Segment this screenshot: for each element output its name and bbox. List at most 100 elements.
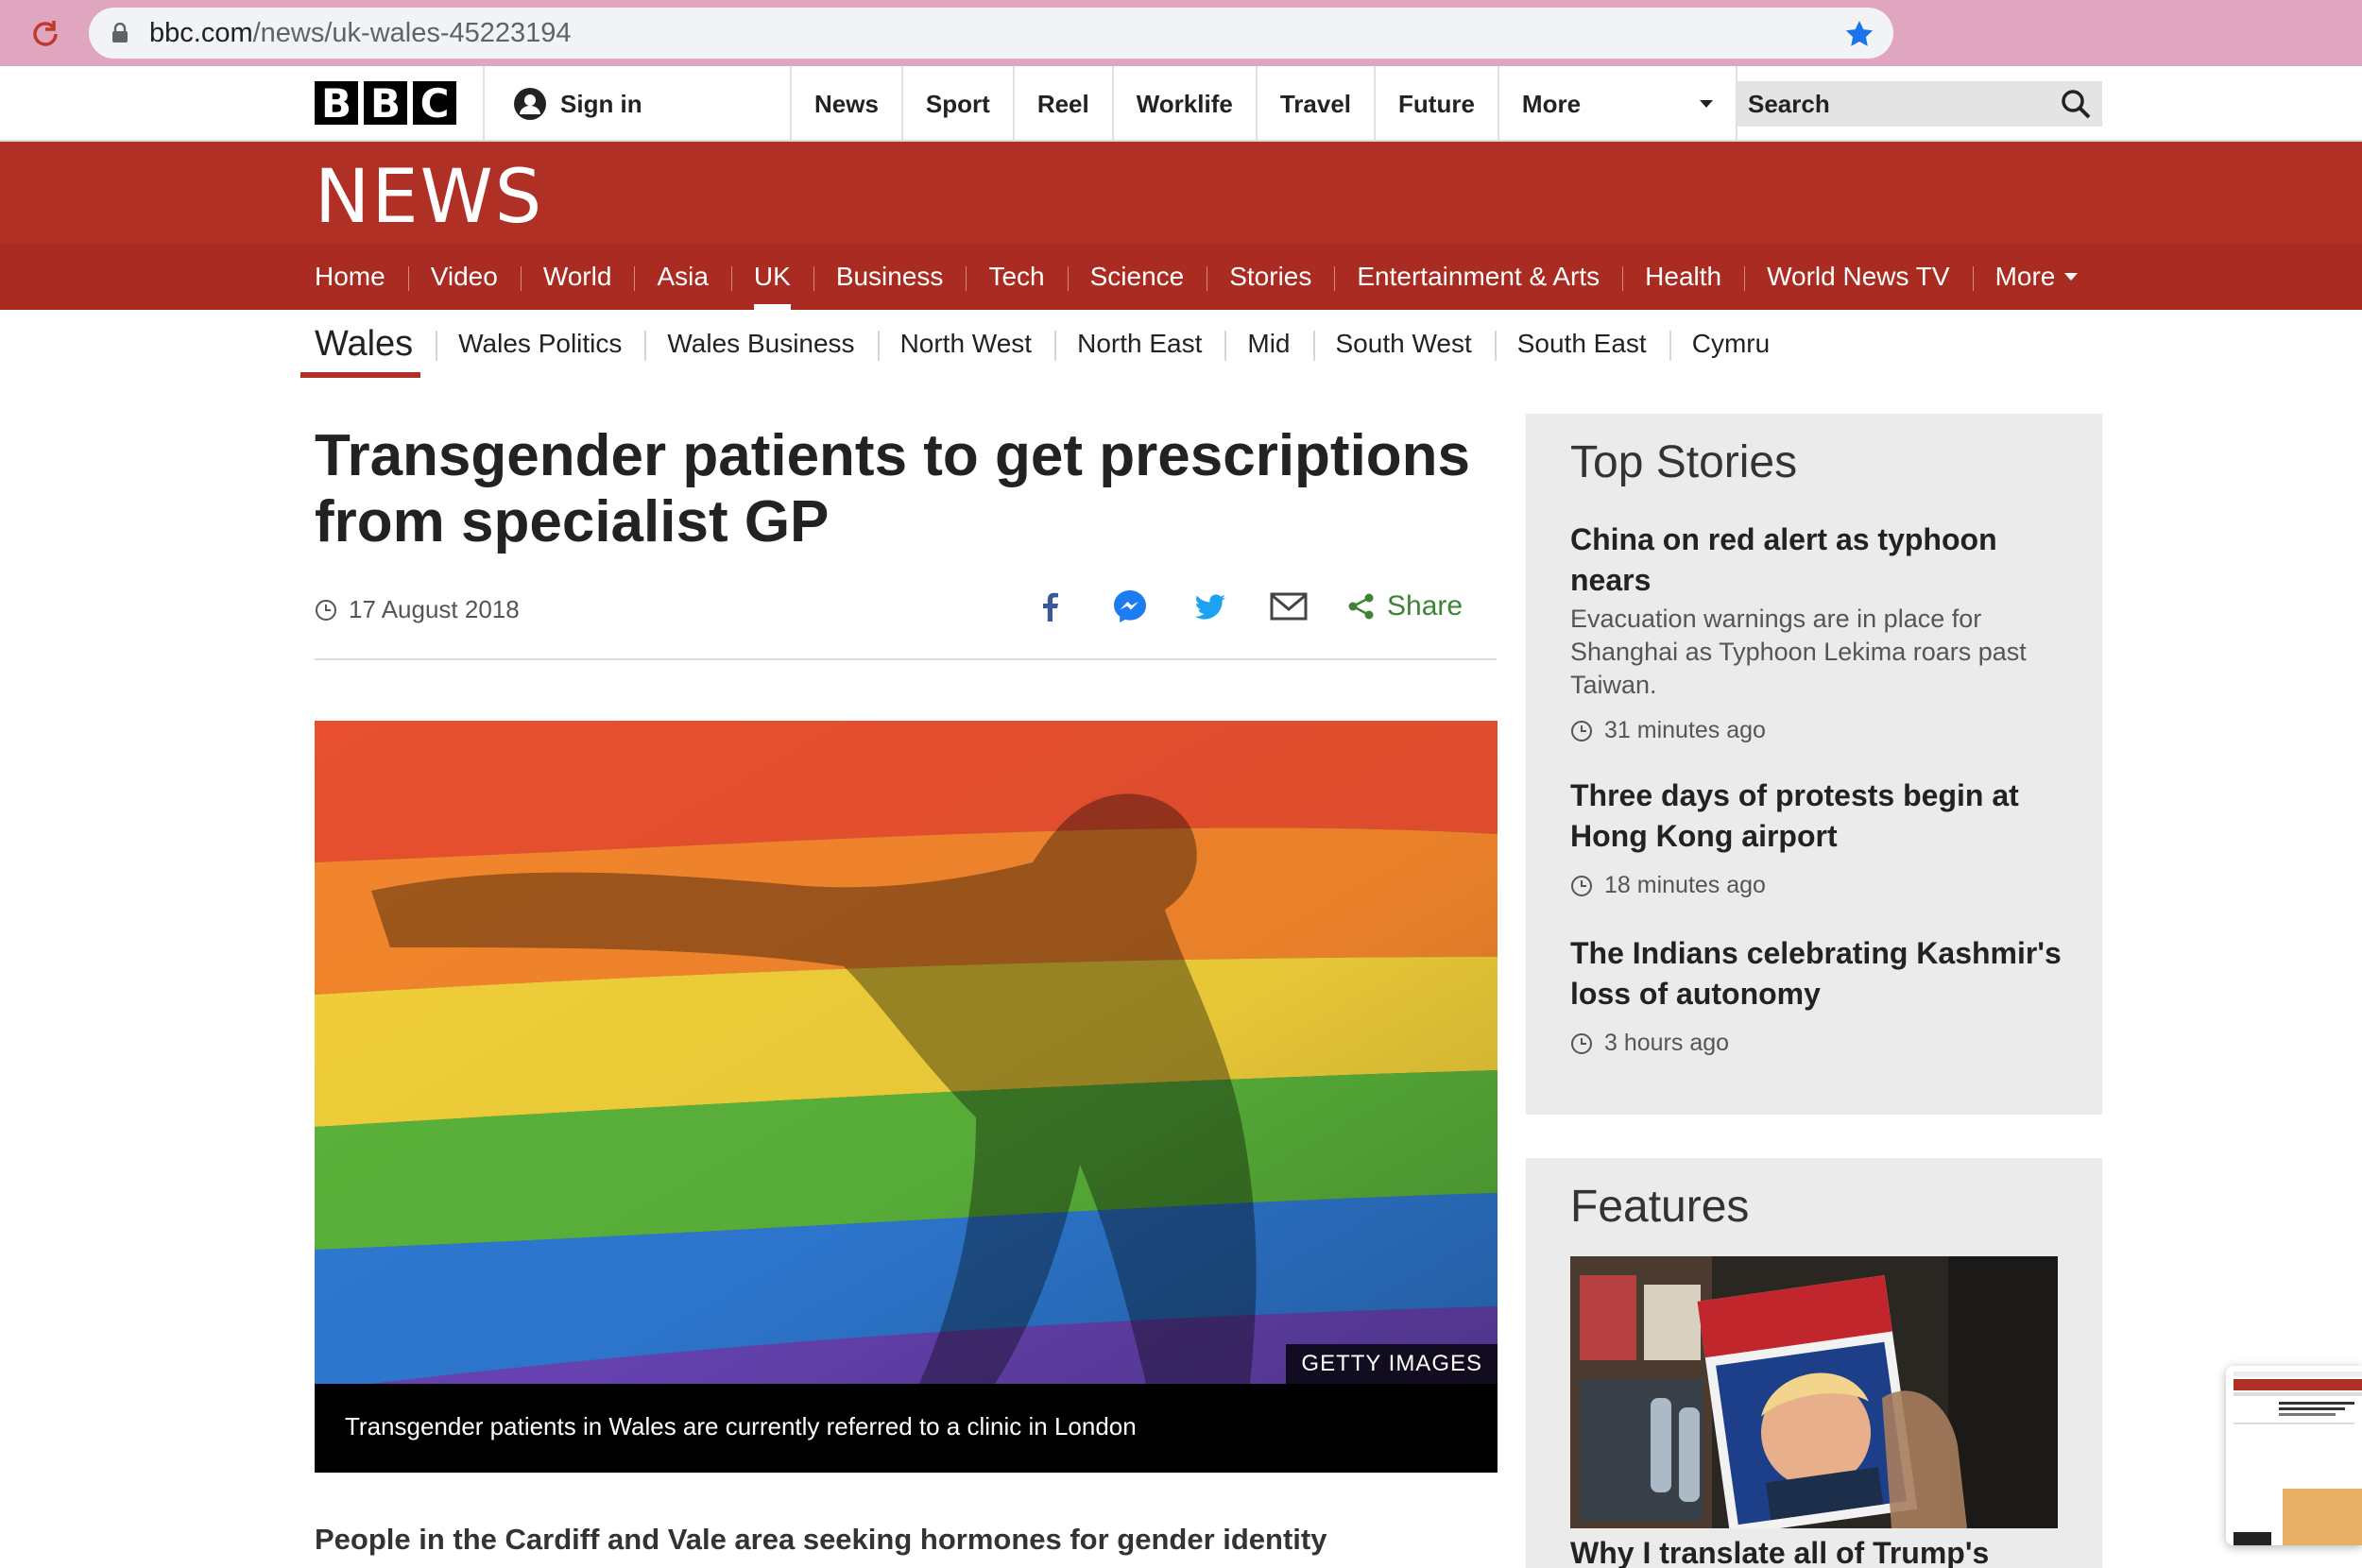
twitter-icon[interactable]	[1189, 586, 1230, 627]
browser-toolbar: bbc.com/news/uk-wales-45223194	[0, 0, 2362, 66]
global-nav-links: News Sport Reel Worklife Travel Future M…	[790, 66, 1737, 142]
clock-icon	[1571, 720, 1592, 741]
article-date: 17 August 2018	[315, 595, 520, 624]
user-icon	[514, 88, 546, 120]
section-nav-home[interactable]: Home	[315, 244, 408, 310]
url-host: bbc.com	[149, 18, 253, 48]
global-nav-travel[interactable]: Travel	[1255, 66, 1374, 142]
top-story-summary: Evacuation warnings are in place for Sha…	[1570, 605, 2027, 699]
global-nav-sport[interactable]: Sport	[900, 66, 1013, 142]
news-banner: NEWS	[0, 142, 2362, 244]
sign-in-label: Sign in	[560, 89, 642, 118]
facebook-icon[interactable]	[1030, 586, 1071, 627]
global-nav-future[interactable]: Future	[1374, 66, 1498, 142]
section-navigation: Home Video World Asia UK Business Tech S…	[0, 244, 2362, 310]
features-title: Features	[1570, 1182, 1750, 1232]
url-text[interactable]: bbc.com/news/uk-wales-45223194	[149, 18, 572, 49]
clock-icon	[316, 599, 336, 621]
bookmark-star-icon[interactable]	[1844, 19, 1874, 49]
section-nav-more-label: More	[1994, 262, 2056, 291]
section-nav-more[interactable]: More	[1972, 244, 2101, 310]
email-icon[interactable]	[1268, 586, 1309, 627]
top-story-item[interactable]: China on red alert as typhoon nears Evac…	[1570, 520, 2062, 744]
sub-nav-mid[interactable]: Mid	[1224, 310, 1312, 378]
global-nav-reel[interactable]: Reel	[1012, 66, 1112, 142]
clock-icon	[1571, 1032, 1592, 1054]
top-story-time: 18 minutes ago	[1570, 872, 2062, 899]
section-nav-entertainment-arts[interactable]: Entertainment & Arts	[1334, 244, 1622, 310]
top-stories-title: Top Stories	[1570, 437, 1798, 487]
news-logo[interactable]: NEWS	[315, 155, 543, 240]
share-icon	[1348, 593, 1374, 620]
global-nav-news[interactable]: News	[790, 66, 901, 142]
image-credit: GETTY IMAGES	[1286, 1344, 1498, 1384]
search-icon[interactable]	[2061, 89, 2091, 119]
rainbow-flag-illustration	[315, 721, 1498, 1384]
image-caption: Transgender patients in Wales are curren…	[345, 1412, 1137, 1440]
bbc-logo[interactable]: B B C	[315, 81, 456, 127]
top-story-time: 3 hours ago	[1570, 1030, 2062, 1057]
top-story-item[interactable]: The Indians celebrating Kashmir's loss o…	[1570, 933, 2062, 1057]
section-nav-list: Home Video World Asia UK Business Tech S…	[315, 244, 2100, 310]
divider	[315, 658, 1497, 660]
bbc-logo-letter: B	[364, 81, 407, 127]
section-nav-science[interactable]: Science	[1067, 244, 1207, 310]
top-story-time: 31 minutes ago	[1570, 717, 2062, 744]
section-nav-video[interactable]: Video	[407, 244, 521, 310]
section-nav-health[interactable]: Health	[1622, 244, 1744, 310]
share-button[interactable]: Share	[1347, 590, 1463, 622]
messenger-icon[interactable]	[1109, 586, 1151, 627]
lock-icon	[112, 23, 128, 43]
top-story-time-text: 18 minutes ago	[1604, 872, 1766, 898]
section-nav-world[interactable]: World	[520, 244, 635, 310]
sub-navigation: Wales Wales Politics Wales Business Nort…	[300, 310, 1792, 378]
global-nav-worklife[interactable]: Worklife	[1111, 66, 1256, 142]
top-story-title[interactable]: Three days of protests begin at Hong Kon…	[1570, 775, 2062, 857]
chevron-down-icon	[2064, 273, 2079, 281]
global-nav-more[interactable]: More	[1497, 66, 1737, 142]
top-story-item[interactable]: Three days of protests begin at Hong Kon…	[1570, 775, 2062, 899]
section-nav-stories[interactable]: Stories	[1207, 244, 1334, 310]
top-story-title[interactable]: The Indians celebrating Kashmir's loss o…	[1570, 933, 2062, 1014]
reload-icon[interactable]	[26, 15, 64, 53]
feature-image[interactable]	[1570, 1256, 2058, 1528]
rainbow-flag-image	[315, 721, 1498, 1384]
screenshot-preview-image	[2226, 1366, 2362, 1545]
sub-nav-cymru[interactable]: Cymru	[1669, 310, 1792, 378]
search-box[interactable]: Search	[1737, 81, 2102, 127]
top-stories-panel: Top Stories China on red alert as typhoo…	[1526, 414, 2102, 1115]
sub-nav-wales-business[interactable]: Wales Business	[644, 310, 877, 378]
section-nav-world-news-tv[interactable]: World News TV	[1744, 244, 1972, 310]
article-intro: People in the Cardiff and Vale area seek…	[315, 1523, 1327, 1556]
sub-nav-north-west[interactable]: North West	[877, 310, 1055, 378]
clock-icon	[1571, 875, 1592, 896]
global-nav-more-label: More	[1521, 89, 1582, 118]
sub-nav-wales[interactable]: Wales	[300, 310, 436, 378]
sign-in-link[interactable]: Sign in	[513, 87, 642, 121]
top-story-time-text: 31 minutes ago	[1604, 717, 1766, 743]
section-nav-asia[interactable]: Asia	[634, 244, 730, 310]
url-path: /news/uk-wales-45223194	[252, 18, 572, 48]
top-story-title[interactable]: China on red alert as typhoon nears	[1570, 520, 2062, 601]
address-bar[interactable]: bbc.com/news/uk-wales-45223194	[89, 8, 1893, 59]
features-panel: Features Why I translate all of Trump's	[1526, 1158, 2102, 1568]
sub-nav-wales-politics[interactable]: Wales Politics	[436, 310, 644, 378]
share-toolbar: Share	[1030, 586, 1463, 627]
bbc-logo-letter: B	[315, 81, 358, 127]
chevron-down-icon	[1699, 100, 1713, 108]
article-headline: Transgender patients to get prescription…	[315, 423, 1471, 554]
top-story-time-text: 3 hours ago	[1604, 1030, 1730, 1056]
feature-title[interactable]: Why I translate all of Trump's	[1570, 1536, 1989, 1568]
share-label: Share	[1387, 590, 1463, 622]
section-nav-business[interactable]: Business	[813, 244, 967, 310]
screenshot-thumbnail[interactable]	[2226, 1366, 2362, 1545]
feature-magazine-illustration	[1570, 1256, 2058, 1528]
sub-nav-south-west[interactable]: South West	[1312, 310, 1495, 378]
global-navigation: B B C Sign in News Sport Reel Worklife T…	[0, 66, 2362, 142]
article-date-text: 17 August 2018	[349, 595, 520, 623]
bbc-logo-letter: C	[413, 81, 456, 127]
section-nav-tech[interactable]: Tech	[966, 244, 1067, 310]
sub-nav-south-east[interactable]: South East	[1494, 310, 1669, 378]
sub-nav-north-east[interactable]: North East	[1054, 310, 1224, 378]
section-nav-uk[interactable]: UK	[730, 244, 813, 310]
